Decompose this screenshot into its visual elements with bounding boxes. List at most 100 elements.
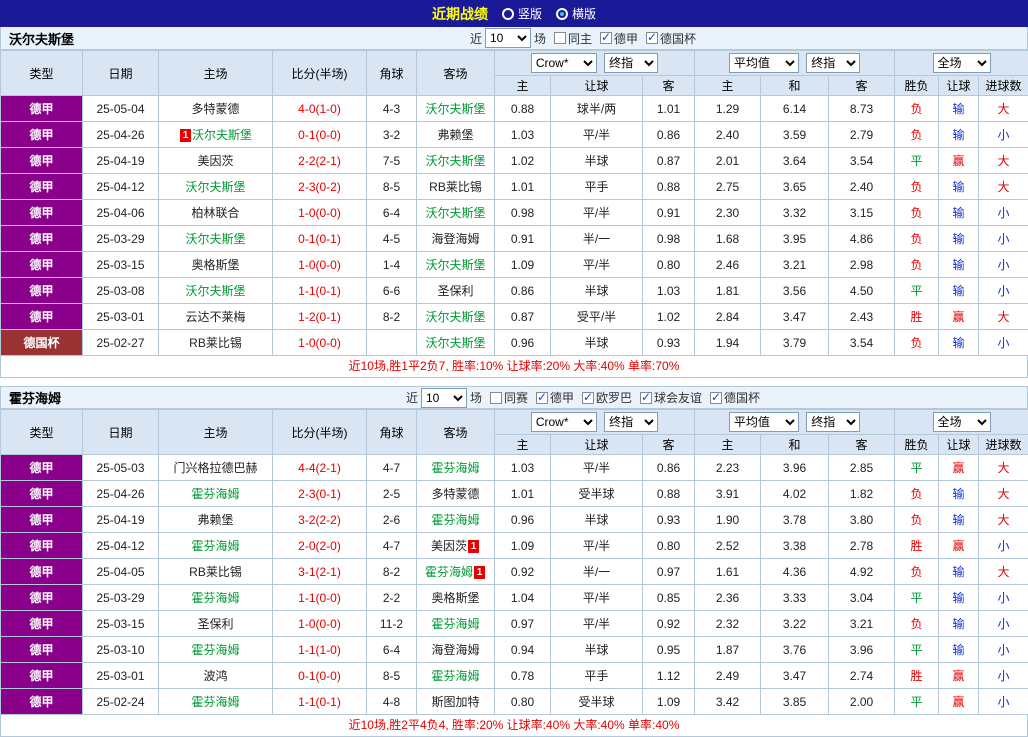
home-team[interactable]: 沃尔夫斯堡: [185, 180, 245, 194]
away-team[interactable]: 沃尔夫斯堡: [425, 336, 485, 350]
recent-count-select[interactable]: 10: [485, 28, 531, 48]
away-team[interactable]: 沃尔夫斯堡: [425, 154, 485, 168]
filter-label: 德国杯: [660, 30, 696, 47]
home-team-cell: RB莱比锡: [159, 559, 273, 585]
score-cell[interactable]: 3-1(2-1): [273, 559, 367, 585]
date-cell: 25-05-04: [83, 96, 159, 122]
filter-checkbox[interactable]: 球会友谊: [640, 389, 702, 406]
score-cell[interactable]: 4-0(1-0): [273, 96, 367, 122]
euro-average-select[interactable]: 平均值: [729, 53, 799, 73]
asia-away-odds: 0.80: [643, 533, 695, 559]
asia-home-odds: 1.03: [495, 122, 551, 148]
home-team[interactable]: 沃尔夫斯堡: [185, 284, 245, 298]
radio-horizontal-label: 横版: [572, 5, 596, 22]
home-team[interactable]: 柏林联合: [191, 206, 239, 220]
checkbox-icon: [646, 32, 658, 44]
euro-draw-odds: 3.32: [761, 200, 829, 226]
score-cell[interactable]: 2-0(2-0): [273, 533, 367, 559]
home-team[interactable]: RB莱比锡: [189, 336, 242, 350]
filter-checkbox[interactable]: 欧罗巴: [582, 389, 632, 406]
filter-checkbox[interactable]: 德甲: [536, 389, 574, 406]
away-team[interactable]: RB莱比锡: [429, 180, 482, 194]
away-team[interactable]: 弗赖堡: [437, 128, 473, 142]
asia-final-select[interactable]: 终指: [604, 412, 658, 432]
away-team[interactable]: 沃尔夫斯堡: [425, 206, 485, 220]
asia-company-select[interactable]: Crow*: [531, 412, 597, 432]
scope-select[interactable]: 全场: [933, 412, 991, 432]
league-cell: 德甲: [1, 200, 83, 226]
score-cell[interactable]: 3-2(2-2): [273, 507, 367, 533]
score-cell[interactable]: 0-1(0-0): [273, 663, 367, 689]
score-cell[interactable]: 2-3(0-1): [273, 481, 367, 507]
away-team[interactable]: 霍芬海姆: [431, 461, 479, 475]
asia-handicap: 平/半: [551, 455, 643, 481]
score-cell[interactable]: 1-2(0-1): [273, 304, 367, 330]
filter-checkbox[interactable]: 同赛: [490, 389, 528, 406]
radio-horizontal[interactable]: 横版: [556, 5, 596, 22]
away-team[interactable]: 奥格斯堡: [431, 591, 479, 605]
home-team[interactable]: 霍芬海姆: [191, 539, 239, 553]
euro-away-odds: 3.21: [829, 611, 895, 637]
away-team[interactable]: 海登海姆: [431, 232, 479, 246]
league-cell: 德甲: [1, 585, 83, 611]
score-cell[interactable]: 1-0(0-0): [273, 330, 367, 356]
away-team[interactable]: 沃尔夫斯堡: [425, 258, 485, 272]
score-cell[interactable]: 2-2(2-1): [273, 148, 367, 174]
home-team[interactable]: 奥格斯堡: [191, 258, 239, 272]
home-team[interactable]: RB莱比锡: [189, 565, 242, 579]
away-team[interactable]: 海登海姆: [431, 643, 479, 657]
score-cell[interactable]: 4-4(2-1): [273, 455, 367, 481]
away-team[interactable]: 美因茨: [431, 539, 467, 553]
score-cell[interactable]: 1-1(0-0): [273, 585, 367, 611]
home-team[interactable]: 云达不莱梅: [185, 310, 245, 324]
home-team[interactable]: 霍芬海姆: [191, 643, 239, 657]
home-team[interactable]: 沃尔夫斯堡: [192, 128, 252, 142]
home-team[interactable]: 霍芬海姆: [191, 695, 239, 709]
recent-count-select[interactable]: 10: [421, 388, 467, 408]
away-team[interactable]: 多特蒙德: [431, 487, 479, 501]
filter-checkbox[interactable]: 同主: [554, 30, 592, 47]
away-team[interactable]: 霍芬海姆: [431, 617, 479, 631]
home-team[interactable]: 圣保利: [197, 617, 233, 631]
away-team[interactable]: 霍芬海姆: [431, 513, 479, 527]
away-team[interactable]: 霍芬海姆: [431, 669, 479, 683]
score-cell[interactable]: 1-1(0-1): [273, 689, 367, 715]
away-team[interactable]: 斯图加特: [431, 695, 479, 709]
score-cell[interactable]: 2-3(0-2): [273, 174, 367, 200]
home-team[interactable]: 波鸿: [203, 669, 227, 683]
result-handicap: 输: [939, 611, 979, 637]
score-cell[interactable]: 1-1(1-0): [273, 637, 367, 663]
euro-final-select[interactable]: 终指: [806, 412, 860, 432]
away-team[interactable]: 霍芬海姆: [425, 565, 473, 579]
score-cell[interactable]: 0-1(0-0): [273, 122, 367, 148]
euro-final-select[interactable]: 终指: [806, 53, 860, 73]
filter-checkbox[interactable]: 德甲: [600, 30, 638, 47]
away-team[interactable]: 沃尔夫斯堡: [425, 310, 485, 324]
asia-company-select[interactable]: Crow*: [531, 53, 597, 73]
scope-select[interactable]: 全场: [933, 53, 991, 73]
home-team[interactable]: 多特蒙德: [191, 102, 239, 116]
home-team[interactable]: 门兴格拉德巴赫: [173, 461, 257, 475]
away-team-cell: 霍芬海姆: [417, 455, 495, 481]
score-cell[interactable]: 1-0(0-0): [273, 252, 367, 278]
radio-vertical[interactable]: 竖版: [502, 5, 542, 22]
home-team[interactable]: 美因茨: [197, 154, 233, 168]
home-team[interactable]: 沃尔夫斯堡: [185, 232, 245, 246]
filter-checkbox[interactable]: 德国杯: [710, 389, 760, 406]
filter-checkbox[interactable]: 德国杯: [646, 30, 696, 47]
score-cell[interactable]: 1-0(0-0): [273, 200, 367, 226]
asia-final-select[interactable]: 终指: [604, 53, 658, 73]
home-team[interactable]: 弗赖堡: [197, 513, 233, 527]
red-card-badge: 1: [474, 566, 485, 579]
score-cell[interactable]: 1-1(0-1): [273, 278, 367, 304]
euro-average-select[interactable]: 平均值: [729, 412, 799, 432]
sub-header-euro-draw: 和: [761, 435, 829, 455]
away-team[interactable]: 圣保利: [437, 284, 473, 298]
away-team[interactable]: 沃尔夫斯堡: [425, 102, 485, 116]
score-cell[interactable]: 1-0(0-0): [273, 611, 367, 637]
score-cell[interactable]: 0-1(0-1): [273, 226, 367, 252]
home-team[interactable]: 霍芬海姆: [191, 591, 239, 605]
home-team[interactable]: 霍芬海姆: [191, 487, 239, 501]
asia-handicap: 平手: [551, 174, 643, 200]
sub-header-result-goals: 进球数: [979, 435, 1028, 455]
